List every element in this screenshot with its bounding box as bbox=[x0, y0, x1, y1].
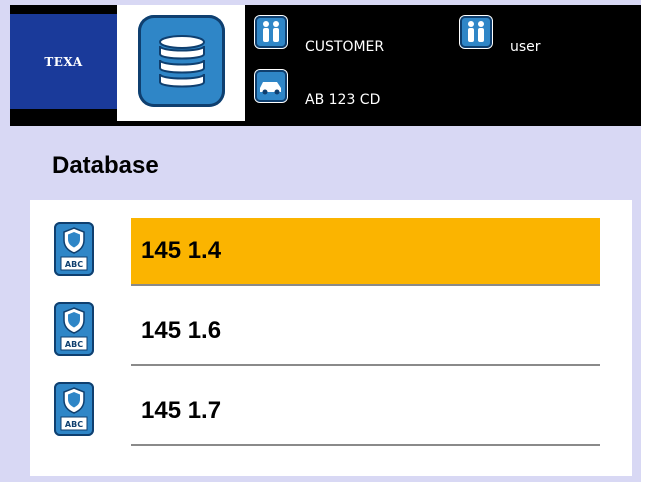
car-icon bbox=[260, 82, 281, 95]
icon-abc-text: ABC bbox=[65, 420, 83, 429]
plate-label: AB 123 CD bbox=[305, 92, 381, 108]
logo-text: TEXA bbox=[44, 54, 83, 69]
list-item[interactable]: ABC 145 1.4 bbox=[30, 214, 632, 286]
list-item-label-box[interactable]: 145 1.4 bbox=[131, 218, 600, 286]
list-item[interactable]: ABC 145 1.6 bbox=[30, 294, 632, 366]
page-title: Database bbox=[52, 152, 159, 179]
shield-abc-icon: ABC bbox=[54, 302, 94, 356]
shield-abc-icon: ABC bbox=[54, 222, 94, 276]
customer-label: CUSTOMER bbox=[305, 39, 385, 55]
customer-icon[interactable] bbox=[255, 16, 287, 48]
texa-logo: TEXA bbox=[10, 14, 117, 109]
user-icon[interactable] bbox=[460, 16, 492, 48]
list-item-label: 145 1.4 bbox=[141, 237, 222, 264]
person-pair-icon bbox=[263, 21, 279, 42]
person-pair-icon bbox=[468, 21, 484, 42]
list-item-label: 145 1.7 bbox=[141, 397, 222, 424]
database-list-panel: ABC 145 1.4 ABC 145 1.6 ABC 145 1.7 bbox=[30, 200, 632, 476]
database-button[interactable] bbox=[138, 15, 225, 107]
icon-abc-text: ABC bbox=[65, 260, 83, 269]
user-label: user bbox=[510, 39, 541, 55]
list-item-label-box[interactable]: 145 1.6 bbox=[131, 298, 600, 366]
shield-abc-icon: ABC bbox=[54, 382, 94, 436]
vehicle-icon[interactable] bbox=[255, 70, 287, 102]
list-item[interactable]: ABC 145 1.7 bbox=[30, 374, 632, 446]
list-item-label-box[interactable]: 145 1.7 bbox=[131, 378, 600, 446]
list-item-label: 145 1.6 bbox=[141, 317, 222, 344]
icon-abc-text: ABC bbox=[65, 340, 83, 349]
database-icon bbox=[158, 35, 205, 88]
